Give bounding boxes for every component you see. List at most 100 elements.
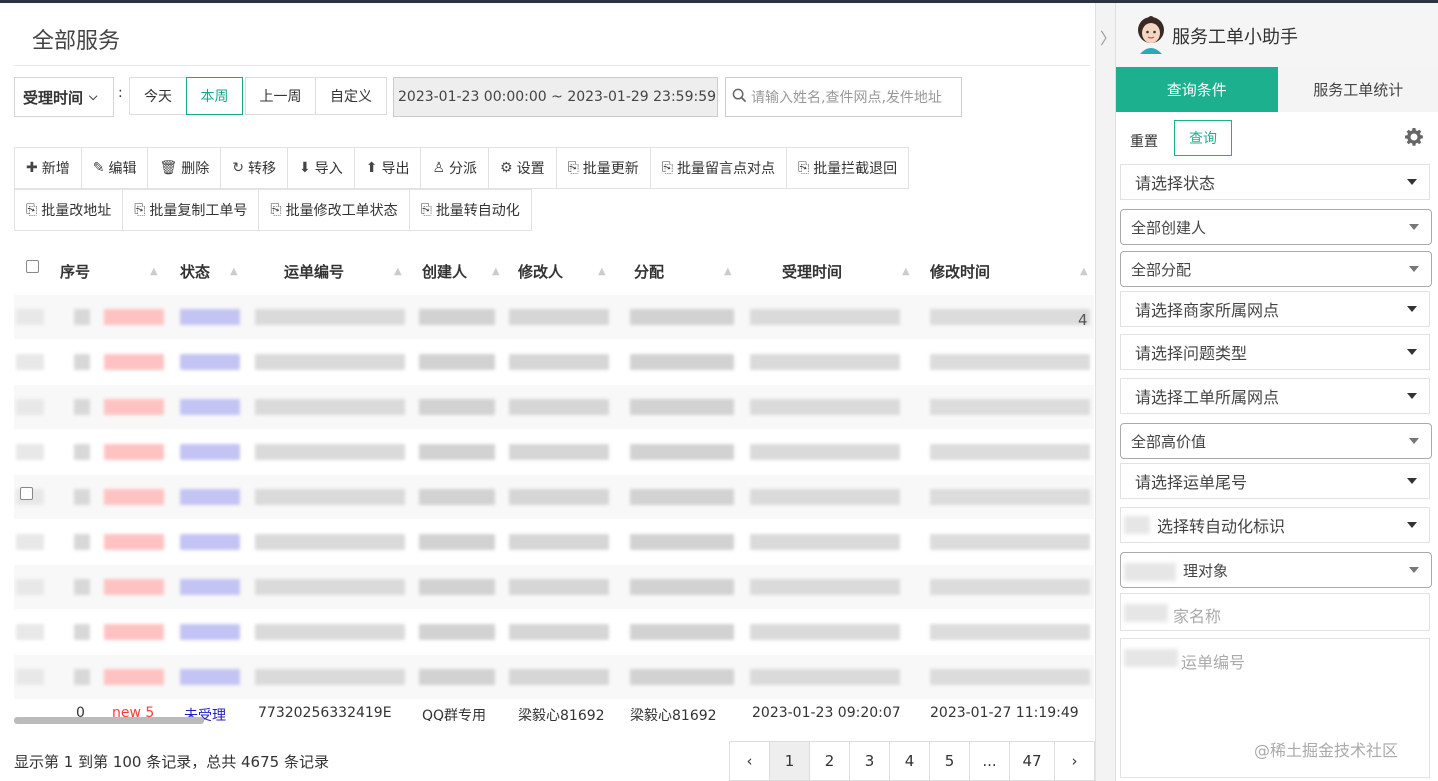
- table-row[interactable]: [14, 565, 1094, 609]
- toolbar-button[interactable]: ♙ 分派: [420, 147, 490, 189]
- redacted-cell: [74, 489, 90, 505]
- segment-custom[interactable]: 自定义: [315, 77, 387, 115]
- select-all-checkbox[interactable]: [26, 260, 39, 273]
- toolbar-button[interactable]: ⎘ 批量转自动化: [408, 189, 532, 231]
- redacted-cell: [74, 444, 90, 460]
- redacted-cell: [419, 399, 495, 415]
- page-4-button[interactable]: 4: [889, 741, 930, 781]
- watermark: @稀土掘金技术社区: [1254, 741, 1399, 760]
- prev-page-button[interactable]: ‹: [729, 741, 770, 781]
- ticket-outlet-select[interactable]: 请选择工单所属网点: [1120, 378, 1430, 414]
- next-page-button[interactable]: ›: [1054, 741, 1095, 781]
- time-field-select[interactable]: 受理时间 ⌵: [14, 77, 114, 117]
- toolbar-button-label: 批量转自动化: [435, 203, 520, 219]
- chevron-right-icon[interactable]: 〉: [1100, 25, 1116, 49]
- redacted-cell: [630, 579, 734, 595]
- toolbar-button[interactable]: ✚ 新增: [14, 147, 82, 189]
- panel-splitter[interactable]: 〉: [1095, 3, 1116, 781]
- toolbar-button[interactable]: ⎘ 批量拦截退回: [785, 147, 910, 189]
- gear-icon[interactable]: [1404, 127, 1426, 149]
- page-3-button[interactable]: 3: [849, 741, 890, 781]
- redacted-cell: [104, 309, 164, 325]
- page-5-button[interactable]: 5: [929, 741, 970, 781]
- tab-query-conditions[interactable]: 查询条件: [1116, 67, 1278, 112]
- table-row[interactable]: [14, 520, 1094, 564]
- date-range-field[interactable]: 2023-01-23 00:00:00 ~ 2023-01-29 23:59:5…: [393, 77, 718, 117]
- column-header-waybill[interactable]: 运单编号 ▲: [284, 261, 402, 282]
- high-value-select[interactable]: 全部高价值: [1120, 423, 1432, 459]
- query-button[interactable]: 查询: [1174, 120, 1232, 156]
- reset-button[interactable]: 重置: [1130, 131, 1158, 151]
- row-checkbox[interactable]: [14, 487, 33, 531]
- toolbar-button[interactable]: ⬆ 导出: [353, 147, 422, 189]
- redacted-cell: [255, 444, 405, 460]
- segment-today[interactable]: 今天: [129, 77, 187, 115]
- redacted-cell: [930, 489, 1090, 505]
- segment-last-week[interactable]: 上一周: [245, 77, 316, 115]
- automation-flag-select[interactable]: 选择转自动化标识: [1120, 507, 1430, 543]
- redacted-cell: [255, 489, 405, 505]
- waybill-tail-select[interactable]: 请选择运单尾号: [1120, 463, 1430, 499]
- redacted-cell: [509, 444, 609, 460]
- status-select[interactable]: 请选择状态: [1120, 164, 1430, 200]
- toolbar-button-label: 批量拦截退回: [813, 161, 898, 177]
- redacted-cell: [930, 669, 1090, 685]
- column-header-index[interactable]: 序号 ▲: [60, 261, 158, 282]
- merchant-outlet-select[interactable]: 请选择商家所属网点: [1120, 291, 1430, 327]
- toolbar-button[interactable]: ✎ 编辑: [80, 147, 149, 189]
- toolbar-button[interactable]: ↻ 转移: [220, 147, 288, 189]
- page-1-button[interactable]: 1: [769, 741, 810, 781]
- toolbar-button[interactable]: ⎘ 批量复制工单号: [122, 189, 260, 231]
- toolbar-button[interactable]: 🗑 删除: [147, 147, 222, 189]
- redacted-cell: [930, 579, 1090, 595]
- redacted-cell: [750, 624, 900, 640]
- toolbar-button[interactable]: ⎘ 批量改地址: [14, 189, 124, 231]
- toolbar-button[interactable]: ⚙ 设置: [488, 147, 557, 189]
- redacted-cell: [104, 399, 164, 415]
- table-row[interactable]: [14, 475, 1094, 519]
- redacted-cell: [930, 534, 1090, 550]
- column-header-status[interactable]: 状态 ▲: [180, 261, 238, 282]
- search-placeholder: 请输入姓名,查件网点,发件地址: [751, 90, 942, 106]
- table-row[interactable]: [14, 295, 1094, 339]
- toolbar-button[interactable]: ⬇ 导入: [286, 147, 355, 189]
- column-header-accept-time[interactable]: 受理时间 ▲: [782, 261, 910, 282]
- table-row[interactable]: [14, 610, 1094, 654]
- toolbar-button[interactable]: ⎘ 批量留言点对点: [649, 147, 787, 189]
- search-input[interactable]: 请输入姓名,查件网点,发件地址: [725, 77, 962, 117]
- table-row[interactable]: [14, 340, 1094, 384]
- table-row[interactable]: [14, 430, 1094, 474]
- toolbar-button[interactable]: ⎘ 批量修改工单状态: [258, 189, 410, 231]
- redacted-cell: [750, 309, 900, 325]
- redacted-cell: [74, 399, 90, 415]
- problem-type-select[interactable]: 请选择问题类型: [1120, 334, 1430, 370]
- creator-select[interactable]: 全部创建人: [1120, 209, 1432, 245]
- table-row[interactable]: [14, 385, 1094, 429]
- redacted-cell: [16, 399, 44, 415]
- toolbar-button-label: 导入: [314, 161, 343, 177]
- redacted-cell: [509, 534, 609, 550]
- page-2-button[interactable]: 2: [809, 741, 850, 781]
- redacted-cell: [74, 309, 90, 325]
- cell-assign: 梁毅心81692: [630, 708, 717, 721]
- page-47-button[interactable]: 47: [1009, 741, 1055, 781]
- column-header-creator[interactable]: 创建人 ▲: [422, 261, 500, 282]
- toolbar-button[interactable]: ⎘ 批量更新: [555, 147, 651, 189]
- redacted-cell: [180, 444, 240, 460]
- caret-down-icon: [1407, 179, 1417, 185]
- segment-this-week[interactable]: 本周: [186, 77, 243, 115]
- side-actions: 重置 查询: [1116, 119, 1438, 159]
- redacted-cell: [930, 399, 1090, 415]
- pagination: ‹ 1 2 3 4 5 ... 47 ›: [729, 741, 1095, 781]
- column-header-modify-time[interactable]: 修改时间 ▲: [930, 261, 1088, 282]
- redacted-cell: [180, 669, 240, 685]
- table-row[interactable]: [14, 655, 1094, 699]
- toolbar-button-label: 批量复制工单号: [149, 203, 248, 219]
- assign-select[interactable]: 全部分配: [1120, 251, 1432, 287]
- column-header-assign[interactable]: 分配 ▲: [634, 261, 732, 282]
- search-icon: [732, 88, 747, 107]
- redacted-cell: [419, 354, 495, 370]
- tab-ticket-stats[interactable]: 服务工单统计: [1278, 67, 1438, 112]
- horizontal-scrollbar[interactable]: [14, 717, 204, 724]
- column-header-modifier[interactable]: 修改人 ▲: [518, 261, 606, 282]
